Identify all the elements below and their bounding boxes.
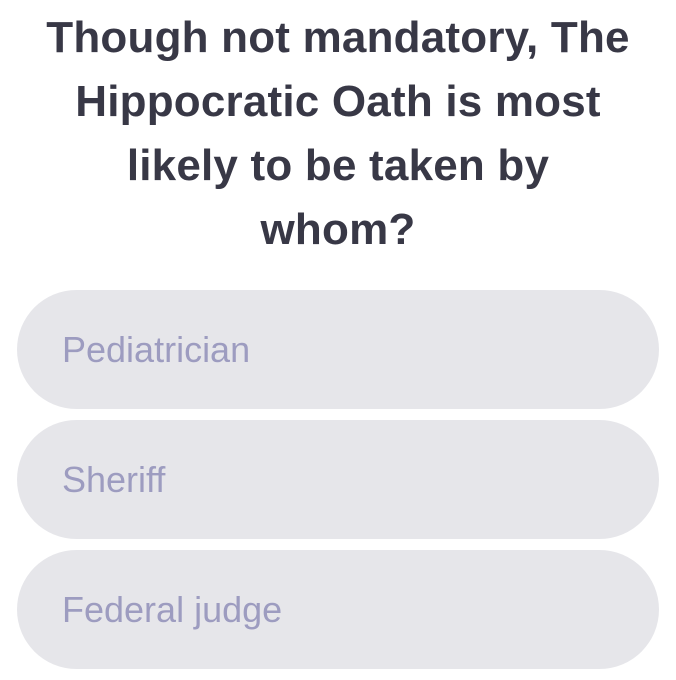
answer-option-pediatrician[interactable]: Pediatrician [17,290,659,409]
question-text: Though not mandatory, The Hippocratic Oa… [0,6,676,262]
answer-label: Sheriff [62,458,166,500]
answer-option-federal-judge[interactable]: Federal judge [17,550,659,669]
question-line: whom? [260,205,416,254]
question-line: Hippocratic Oath is most [75,77,601,126]
answer-option-sheriff[interactable]: Sheriff [17,420,659,539]
question-line: likely to be taken by [126,141,550,190]
answer-label: Federal judge [62,588,283,630]
answer-options: Pediatrician Sheriff Federal judge [17,290,659,680]
answer-label: Pediatrician [62,328,251,370]
question-line: Though not mandatory, The [46,13,630,62]
